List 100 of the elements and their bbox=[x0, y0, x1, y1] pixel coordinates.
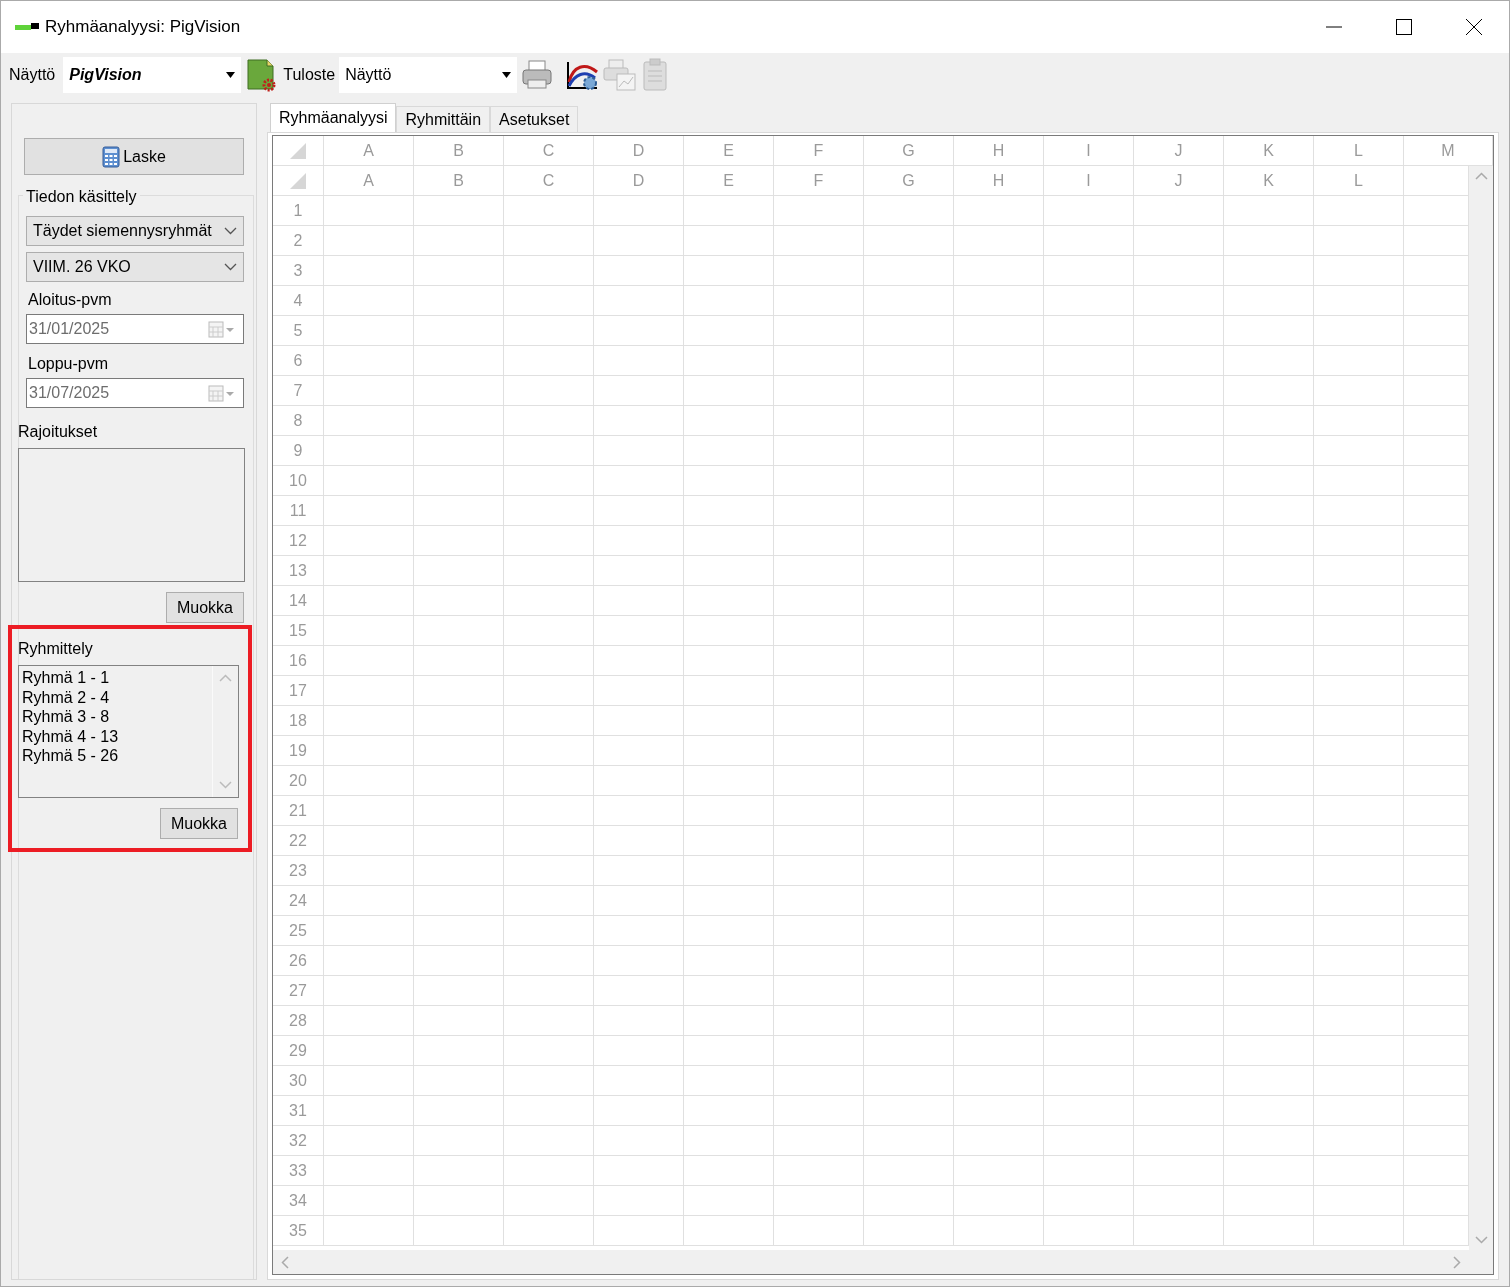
row-header: 21 bbox=[273, 796, 324, 826]
corner-icon[interactable] bbox=[290, 172, 306, 189]
window-title: Ryhmäanalyysi: PigVision bbox=[45, 16, 241, 39]
column-header: B bbox=[414, 136, 504, 166]
row-header: 27 bbox=[273, 976, 324, 1006]
list-item[interactable]: Ryhmä 5 - 26 bbox=[19, 746, 119, 766]
row-header: 14 bbox=[273, 586, 324, 616]
output-dropdown[interactable]: Näyttö bbox=[339, 57, 518, 93]
section-title: Ryhmittely bbox=[18, 639, 94, 659]
tab[interactable]: Ryhmittäin bbox=[396, 106, 491, 132]
row-header: 29 bbox=[273, 1036, 324, 1066]
row-header: 25 bbox=[273, 916, 324, 946]
display-dropdown[interactable]: PigVision bbox=[63, 57, 242, 93]
row-header: 23 bbox=[273, 856, 324, 886]
column-header: K bbox=[1224, 166, 1314, 196]
printer-chart-icon bbox=[603, 58, 638, 92]
restrictions-box[interactable] bbox=[18, 448, 245, 582]
list-item[interactable]: Ryhmä 1 - 1 bbox=[19, 668, 119, 688]
scroll-up-icon[interactable] bbox=[1474, 172, 1488, 180]
calculate-button[interactable]: Laske bbox=[24, 138, 244, 175]
caret-icon bbox=[502, 72, 512, 78]
row-header: 32 bbox=[273, 1126, 324, 1156]
chevron-down-icon bbox=[224, 227, 237, 235]
dropdown[interactable]: VIIM. 26 VKO bbox=[26, 252, 244, 282]
column-header: C bbox=[504, 136, 594, 166]
row-header: 3 bbox=[273, 256, 324, 286]
column-header: E bbox=[684, 136, 774, 166]
tab[interactable]: Ryhmäanalyysi bbox=[270, 103, 397, 132]
row-header: 34 bbox=[273, 1186, 324, 1216]
dropdown[interactable]: Täydet siemennysryhmät bbox=[26, 216, 244, 246]
row-header: 8 bbox=[273, 406, 324, 436]
scroll-left-icon[interactable] bbox=[281, 1255, 289, 1269]
column-header: G bbox=[864, 166, 954, 196]
edit-button[interactable]: Muokka bbox=[160, 808, 238, 839]
row-header: 6 bbox=[273, 346, 324, 376]
calculator-icon bbox=[102, 145, 121, 168]
column-header: G bbox=[864, 136, 954, 166]
column-header: L bbox=[1314, 166, 1404, 196]
row-header: 26 bbox=[273, 946, 324, 976]
scroll-right-icon[interactable] bbox=[1453, 1255, 1461, 1269]
row-header: 5 bbox=[273, 316, 324, 346]
row-header: 33 bbox=[273, 1156, 324, 1186]
calendar-icon bbox=[208, 320, 235, 338]
row-header: 24 bbox=[273, 886, 324, 916]
row-header: 1 bbox=[273, 196, 324, 226]
calendar-icon bbox=[208, 384, 235, 402]
printer-icon[interactable] bbox=[521, 59, 554, 91]
scroll-down-icon[interactable] bbox=[1474, 1236, 1488, 1244]
row-header: 30 bbox=[273, 1066, 324, 1096]
column-header: F bbox=[774, 136, 864, 166]
row-header: 12 bbox=[273, 526, 324, 556]
list-item[interactable]: Ryhmä 3 - 8 bbox=[19, 707, 119, 727]
list-item[interactable]: Ryhmä 2 - 4 bbox=[19, 687, 119, 707]
row-header: 17 bbox=[273, 676, 324, 706]
app-icon bbox=[15, 23, 39, 31]
row-header: 22 bbox=[273, 826, 324, 856]
row-header: 20 bbox=[273, 766, 324, 796]
column-header: K bbox=[1224, 136, 1314, 166]
column-header: B bbox=[414, 166, 504, 196]
scroll-up-icon[interactable] bbox=[219, 674, 232, 682]
toolbar-label: Näyttö bbox=[9, 65, 56, 85]
column-header: L bbox=[1314, 136, 1404, 166]
row-header: 2 bbox=[273, 226, 324, 256]
field-label: Loppu-pvm bbox=[28, 354, 110, 374]
column-header: A bbox=[324, 136, 414, 166]
clipboard-icon bbox=[641, 58, 670, 92]
column-header: I bbox=[1044, 166, 1134, 196]
tab[interactable]: Asetukset bbox=[490, 106, 579, 132]
column-header: C bbox=[504, 166, 594, 196]
field-label: Aloitus-pvm bbox=[28, 290, 113, 310]
row-header: 7 bbox=[273, 376, 324, 406]
column-header: D bbox=[594, 166, 684, 196]
chevron-down-icon bbox=[224, 263, 237, 271]
row-header: 16 bbox=[273, 646, 324, 676]
row-header: 15 bbox=[273, 616, 324, 646]
section-title: Rajoitukset bbox=[18, 422, 99, 442]
row-header: 10 bbox=[273, 466, 324, 496]
list-item[interactable]: Ryhmä 4 - 13 bbox=[19, 726, 119, 746]
row-header: 35 bbox=[273, 1216, 324, 1246]
column-header: E bbox=[684, 166, 774, 196]
toolbar-label: Tuloste bbox=[283, 65, 336, 85]
caret-icon bbox=[226, 72, 236, 78]
row-header: 19 bbox=[273, 736, 324, 766]
row-header: 31 bbox=[273, 1096, 324, 1126]
column-header: H bbox=[954, 166, 1044, 196]
row-header: 13 bbox=[273, 556, 324, 586]
corner-icon[interactable] bbox=[290, 142, 306, 159]
column-header: A bbox=[324, 166, 414, 196]
column-header: J bbox=[1134, 166, 1224, 196]
group-list[interactable]: Ryhmä 1 - 1 Ryhmä 2 - 4 Ryhmä 3 - 8 Ryhmä 4 - 13 Ryhmä 5 - 26 bbox=[18, 665, 239, 798]
column-header: F bbox=[774, 166, 864, 196]
column-header: I bbox=[1044, 136, 1134, 166]
edit-button[interactable]: Muokka bbox=[166, 592, 244, 623]
row-header: 11 bbox=[273, 496, 324, 526]
row-header: 28 bbox=[273, 1006, 324, 1036]
row-header: 18 bbox=[273, 706, 324, 736]
scroll-down-icon[interactable] bbox=[219, 781, 232, 789]
row-header: 9 bbox=[273, 436, 324, 466]
column-header: H bbox=[954, 136, 1044, 166]
column-header: D bbox=[594, 136, 684, 166]
